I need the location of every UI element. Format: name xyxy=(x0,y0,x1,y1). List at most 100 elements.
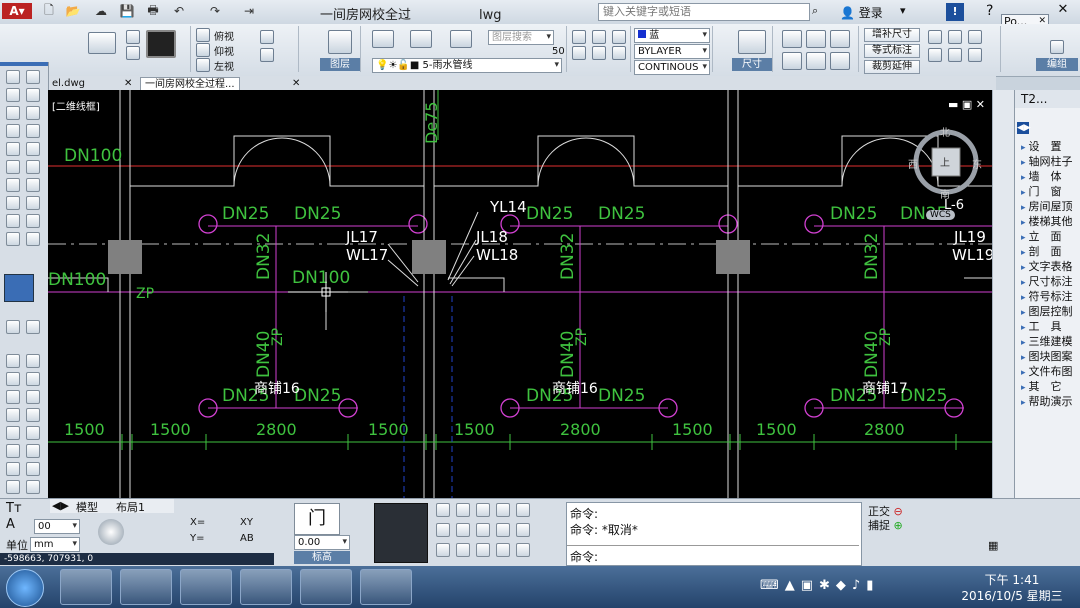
layer-match-icon[interactable] xyxy=(410,30,432,48)
palette-item-tools[interactable]: 工 具 xyxy=(1021,318,1062,334)
layer-tool-5-icon[interactable] xyxy=(592,46,606,60)
group-icon[interactable] xyxy=(1050,40,1064,54)
layer-search-input[interactable]: 图层搜索 xyxy=(488,30,554,45)
palette-item-dimension[interactable]: 尺寸标注 xyxy=(1021,273,1073,289)
palette-item-3d[interactable]: 三维建模 xyxy=(1021,333,1073,349)
dim-tool-1-icon[interactable] xyxy=(782,30,802,48)
redo-icon[interactable]: ↷ xyxy=(206,3,224,19)
layer-iso-icon[interactable] xyxy=(450,30,472,48)
modify-2-icon[interactable] xyxy=(948,30,962,44)
layers-icon[interactable] xyxy=(328,30,352,54)
cloud-icon[interactable]: ☁ xyxy=(92,3,110,19)
save-icon[interactable]: 💾 xyxy=(118,3,136,19)
view-bottom-label[interactable]: 仰视 xyxy=(214,43,234,58)
view-2-icon[interactable] xyxy=(26,320,40,334)
view-top-icon[interactable] xyxy=(196,28,210,42)
palette-item-axis[interactable]: 轴网柱子 xyxy=(1021,153,1073,169)
current-layer-select[interactable]: 💡☀🔓■ 5-雨水管线 xyxy=(372,58,562,73)
palette-item-blocks[interactable]: 图块图案 xyxy=(1021,348,1073,364)
palette-item-text[interactable]: 文字表格 xyxy=(1021,258,1073,274)
snap-6-icon[interactable] xyxy=(436,523,450,537)
explode-icon[interactable] xyxy=(6,232,20,246)
binoculars-icon[interactable]: ⌕ xyxy=(812,4,818,18)
tab-model[interactable]: 模型 xyxy=(76,499,98,515)
dim-tool-3-icon[interactable] xyxy=(830,30,850,48)
polyline-icon[interactable] xyxy=(6,372,20,386)
snap-10-icon[interactable] xyxy=(516,523,530,537)
viewport-label[interactable]: [二维线框] xyxy=(52,98,100,113)
y-eq-button[interactable]: Y= xyxy=(190,533,205,544)
snap-13-icon[interactable] xyxy=(476,543,490,557)
equal-dimension-button[interactable]: 等式标注 xyxy=(864,44,920,58)
dropdown-icon[interactable]: ▾ xyxy=(900,4,906,17)
block-icon[interactable] xyxy=(146,30,176,58)
ab-button[interactable]: AB xyxy=(240,533,254,544)
scale-select[interactable]: 00 xyxy=(34,519,80,534)
tray-icons[interactable]: ⌨▲▣✱◆♪▮ xyxy=(760,578,879,593)
point-icon[interactable] xyxy=(6,462,20,476)
stamp-icon[interactable] xyxy=(26,106,40,120)
view-left-icon[interactable] xyxy=(196,58,210,72)
palette-item-room[interactable]: 房间屋顶 xyxy=(1021,198,1073,214)
viewport-controls-icon[interactable]: ▬ ▣ ✕ xyxy=(948,98,985,111)
layer-panel-icon[interactable] xyxy=(4,274,34,302)
viewcube-top[interactable]: 上 xyxy=(940,154,950,169)
command-window[interactable]: 命令: 命令: *取消* 命令: xyxy=(566,502,862,566)
circle-icon[interactable] xyxy=(6,408,20,422)
pencil-icon[interactable] xyxy=(26,70,40,84)
snap-3-icon[interactable] xyxy=(476,503,490,517)
search-input[interactable]: 键入关键字或短语 xyxy=(598,3,810,21)
trim-icon[interactable] xyxy=(6,142,20,156)
snap-15-icon[interactable] xyxy=(516,543,530,557)
palette-title[interactable]: T2... xyxy=(1015,90,1080,108)
color-select[interactable]: 蓝 xyxy=(634,28,710,43)
dimension-icon[interactable] xyxy=(738,30,766,54)
pan-icon[interactable] xyxy=(260,48,274,62)
copy-tool-icon[interactable] xyxy=(26,88,40,102)
tab-layout1[interactable]: 布局1 xyxy=(116,499,145,515)
polygon-icon[interactable] xyxy=(26,372,40,386)
revcloud-icon[interactable] xyxy=(26,408,40,422)
close-window-button[interactable]: ✕ xyxy=(1052,2,1074,20)
layer-tool-1-icon[interactable] xyxy=(572,30,586,44)
rect-draw-icon[interactable] xyxy=(6,390,20,404)
palette-item-door[interactable]: 门 窗 xyxy=(1021,183,1062,199)
powerpoint-task-icon[interactable] xyxy=(180,569,232,605)
ellipse-icon[interactable] xyxy=(26,426,40,440)
close-tab-icon[interactable]: ✕ xyxy=(120,77,136,90)
taskbar-clock[interactable]: 下午 1:41 2016/10/5 星期三 xyxy=(960,572,1064,604)
array-icon[interactable] xyxy=(6,106,20,120)
palette-item-layer[interactable]: 图层控制 xyxy=(1021,303,1073,319)
modify-3-icon[interactable] xyxy=(968,30,982,44)
clean-screen-icon[interactable]: ▦ xyxy=(988,539,1008,559)
app5-task-icon[interactable] xyxy=(300,569,352,605)
lineweight-select[interactable]: CONTINOUS xyxy=(634,60,710,75)
palette-item-wall[interactable]: 墙 体 xyxy=(1021,168,1062,184)
add-dimension-button[interactable]: 增补尺寸 xyxy=(864,28,920,42)
cut-icon[interactable] xyxy=(126,30,140,44)
palette-item-layout[interactable]: 文件布图 xyxy=(1021,363,1073,379)
undo-icon[interactable]: ↶ xyxy=(170,3,188,19)
modify-1-icon[interactable] xyxy=(928,30,942,44)
open-file-icon[interactable]: 📂 xyxy=(64,3,82,19)
xline-icon[interactable] xyxy=(26,354,40,368)
snap-1-icon[interactable] xyxy=(436,503,450,517)
trim-extend-button[interactable]: 裁剪延伸 xyxy=(864,60,920,74)
linetype-select[interactable]: BYLAYER xyxy=(634,44,710,59)
snap-toggle[interactable]: 捕捉 ⊕ xyxy=(868,517,903,533)
fillet-icon[interactable] xyxy=(6,160,20,174)
table-icon[interactable] xyxy=(26,480,40,494)
doc-tab-2[interactable]: 一间房网校全过程... xyxy=(140,77,240,91)
orbit-icon[interactable] xyxy=(260,30,274,44)
palette-item-help[interactable]: 帮助演示 xyxy=(1021,393,1073,409)
dim-tool-4-icon[interactable] xyxy=(782,52,802,70)
select-icon[interactable] xyxy=(6,70,20,84)
modify-4-icon[interactable] xyxy=(928,48,942,62)
text-tool-icon[interactable]: Tт xyxy=(6,501,22,516)
move-icon[interactable] xyxy=(6,88,20,102)
view-bottom-icon[interactable] xyxy=(196,43,210,57)
stretch-icon[interactable] xyxy=(26,178,40,192)
layer-tool-2-icon[interactable] xyxy=(592,30,606,44)
block-make-icon[interactable] xyxy=(26,444,40,458)
modify-6-icon[interactable] xyxy=(968,48,982,62)
